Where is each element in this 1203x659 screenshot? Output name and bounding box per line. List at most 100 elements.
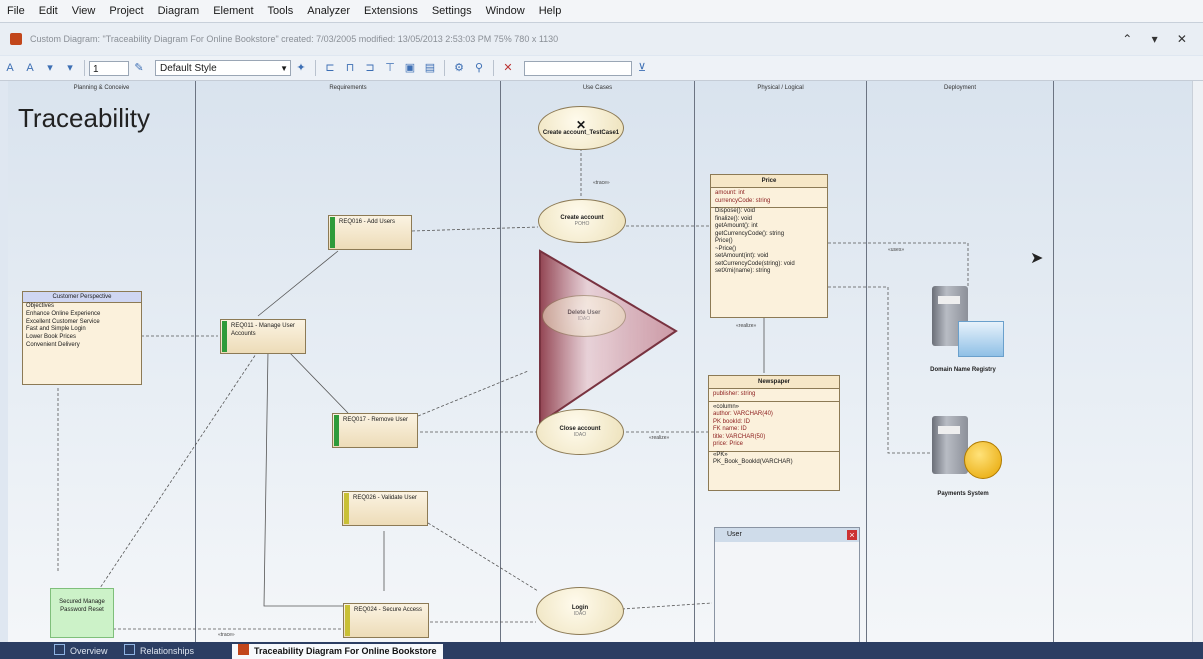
menu-extensions[interactable]: Extensions — [357, 5, 425, 17]
mouse-pointer-icon: ➤ — [1030, 250, 1044, 267]
use-case-close-account[interactable]: Close account IDAO — [536, 409, 624, 455]
customer-perspective-box[interactable]: Customer Perspective Objectives Enhance … — [22, 291, 142, 385]
tab-label: Relationships — [140, 646, 195, 656]
menu-edit[interactable]: Edit — [32, 5, 65, 17]
tab-traceability[interactable]: Traceability Diagram For Online Bookstor… — [232, 644, 443, 659]
style-select-value: Default Style — [160, 63, 217, 74]
align-top-icon[interactable]: ⊤ — [383, 61, 397, 75]
layout-icon[interactable]: ⚙ — [452, 61, 466, 75]
user-window-header[interactable]: User × — [715, 528, 859, 542]
menu-analyzer[interactable]: Analyzer — [300, 5, 357, 17]
class-keys: «PK» PK_Book_Bookld(VARCHAR) — [709, 452, 839, 467]
deployment-label: Domain Name Registry — [930, 367, 996, 373]
menu-element[interactable]: Element — [206, 5, 260, 17]
style-select[interactable]: Default Style ▼ — [155, 60, 291, 76]
uses-connector — [828, 286, 933, 454]
server-icon[interactable] — [932, 416, 968, 474]
toolbar-divider — [444, 60, 445, 76]
class-column: FK name: ID — [713, 426, 747, 432]
uses-label: «uses» — [888, 247, 905, 253]
perspective-row: Convenient Delivery — [26, 341, 80, 348]
close-icon: ✕ — [575, 118, 587, 132]
filter-icon[interactable]: ⊻ — [635, 61, 649, 75]
class-title: Newspaper — [709, 376, 839, 389]
class-column: title: VARCHAR(50) — [713, 433, 766, 440]
align-center-icon[interactable]: ⊓ — [343, 61, 357, 75]
line-width-value: 1 — [93, 63, 99, 75]
columns-header: «column» — [713, 403, 740, 410]
class-column: author: VARCHAR(40) — [713, 411, 773, 417]
trace-connector — [417, 370, 529, 417]
line-color-icon[interactable]: ▾ — [63, 61, 77, 75]
menu-file[interactable]: File — [0, 5, 32, 17]
font-color-icon[interactable]: A — [23, 61, 37, 75]
delete-icon[interactable]: ✕ — [501, 61, 515, 75]
class-title: Price — [711, 175, 827, 188]
use-case-login[interactable]: Login IDAO — [536, 587, 624, 635]
tab-label: Overview — [70, 646, 108, 656]
menu-tools[interactable]: Tools — [261, 5, 301, 17]
perspective-row: Enhance Online Experience — [26, 310, 101, 317]
use-case-delete-user[interactable]: Delete User IDAO — [542, 295, 626, 337]
requirement-req026[interactable]: REQ026 - Validate User — [342, 491, 428, 526]
requirement-req024[interactable]: REQ024 - Secure Access — [343, 603, 429, 638]
class-newspaper[interactable]: Newspaper publisher: string «column» aut… — [708, 375, 840, 491]
coins-icon — [964, 441, 1002, 479]
use-case-create-account[interactable]: Create account POHO — [538, 199, 626, 243]
user-window-title: User — [727, 531, 742, 538]
tab-relationships[interactable]: Relationships — [118, 644, 200, 659]
user-window[interactable]: User × — [714, 527, 860, 642]
toolbar-divider — [84, 60, 85, 76]
space-evenly-icon[interactable]: ▤ — [423, 61, 437, 75]
menu-project[interactable]: Project — [102, 5, 150, 17]
class-operation: setCurrencyCode(string): void — [715, 260, 795, 267]
class-attribute: currencyCode: string — [715, 197, 771, 204]
triangle-overlay — [539, 249, 678, 425]
close-icon[interactable]: × — [847, 530, 857, 540]
link-icon[interactable]: ⚲ — [472, 61, 486, 75]
format-painter-icon[interactable]: ✎ — [132, 61, 146, 75]
use-case-title: Create account_TestCase1 — [542, 130, 620, 136]
tab-overview[interactable]: Overview — [48, 644, 114, 659]
requirement-status-bar — [330, 217, 335, 248]
window-controls[interactable]: ⌃ ▾ ✕ — [1122, 32, 1195, 46]
same-size-icon[interactable]: ▣ — [403, 61, 417, 75]
trace-connector — [427, 522, 539, 592]
aggregation-connector — [257, 250, 339, 317]
diagram-canvas[interactable]: Planning & Conceive Requirements Use Cas… — [8, 81, 1193, 642]
class-operation: Price() — [715, 238, 733, 244]
requirement-req017[interactable]: REQ017 - Remove User — [332, 413, 418, 448]
fill-color-icon[interactable]: ▾ — [43, 61, 57, 75]
class-price[interactable]: Price amount: int currencyCode: string D… — [710, 174, 828, 318]
menu-help[interactable]: Help — [532, 5, 569, 17]
vertical-scrollbar[interactable] — [1192, 81, 1203, 642]
font-icon[interactable]: A — [3, 61, 17, 75]
perspective-title: Customer Perspective — [23, 292, 141, 303]
menu-view[interactable]: View — [65, 5, 103, 17]
requirement-status-bar — [345, 605, 350, 636]
use-case-test-case[interactable]: ✕ Create account_TestCase1 — [538, 106, 624, 150]
class-operation: getAmount(): int — [715, 223, 758, 229]
find-input[interactable] — [524, 60, 632, 76]
requirement-req011[interactable]: REQ011 - Manage User Accounts — [220, 319, 306, 354]
connectors — [57, 148, 969, 630]
theme-icon[interactable]: ✦ — [294, 61, 308, 75]
tab-label: Traceability Diagram For Online Bookstor… — [254, 646, 437, 656]
requirement-label: REQ026 - Validate User — [353, 495, 417, 501]
perspective-row: Fast and Simple Login — [26, 326, 86, 333]
menu-window[interactable]: Window — [479, 5, 532, 17]
line-width-spinner[interactable]: 1 — [89, 60, 129, 76]
perspective-row: Objectives — [26, 303, 55, 309]
trace-label: «trace» — [593, 180, 610, 186]
class-column: PK bookId: ID — [713, 418, 751, 425]
align-left-icon[interactable]: ⊏ — [323, 61, 337, 75]
menu-diagram[interactable]: Diagram — [151, 5, 207, 17]
diagram-tabs: Overview Relationships Traceability Diag… — [0, 642, 1203, 659]
note-password-reset[interactable]: Secured Manage Password Reset — [50, 588, 114, 638]
requirement-req016[interactable]: REQ016 - Add Users — [328, 215, 412, 250]
align-right-icon[interactable]: ⊐ — [363, 61, 377, 75]
deployment-label: Payments System — [937, 491, 989, 497]
class-attributes: amount: int currencyCode: string — [711, 188, 827, 208]
menu-settings[interactable]: Settings — [425, 5, 479, 17]
aggregation-connector — [287, 350, 349, 414]
